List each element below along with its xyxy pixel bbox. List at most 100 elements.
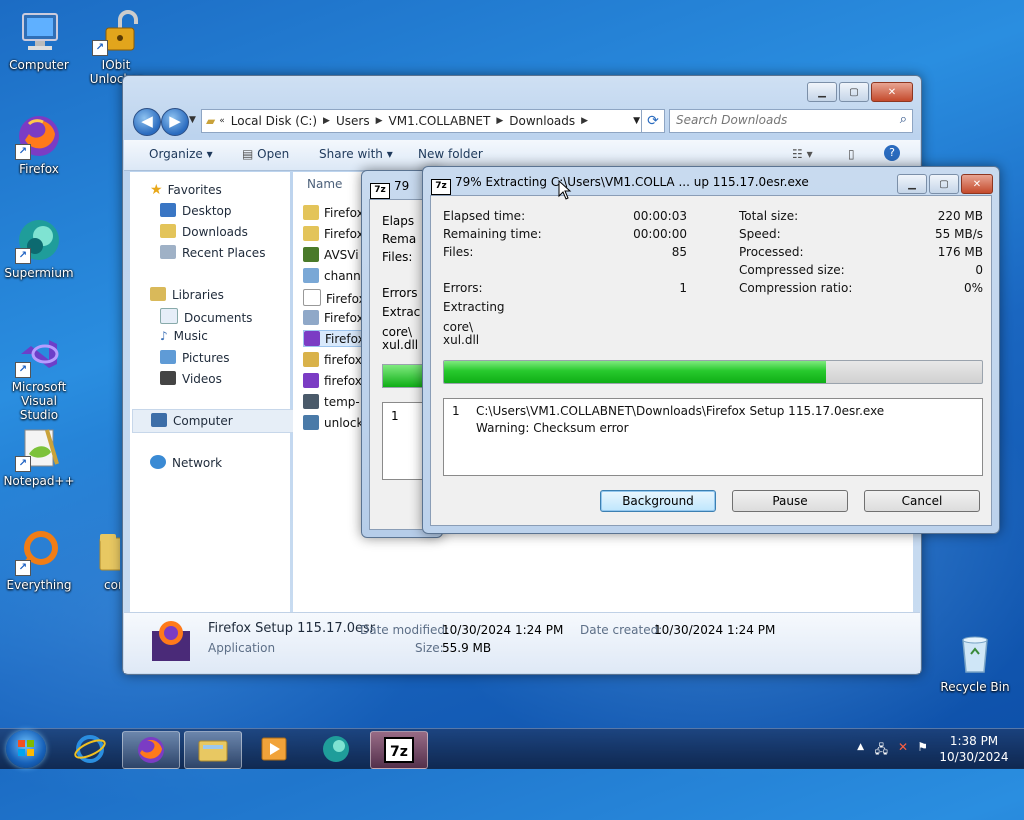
desktop-icon-label: Supermium (4, 266, 74, 280)
desktop-icon-firefox[interactable]: ↗ Firefox (1, 112, 77, 176)
videos-icon (160, 371, 176, 385)
clock[interactable]: 1:38 PM 10/30/2024 (938, 733, 1010, 765)
file-row[interactable]: Firefox (303, 310, 364, 325)
nav-downloads[interactable]: Downloads (160, 224, 248, 239)
archive-icon (303, 352, 319, 367)
taskbar-explorer[interactable] (184, 731, 242, 769)
nav-label: Recent Places (182, 246, 266, 260)
current-dir: core\ (382, 325, 413, 339)
file-row[interactable]: firefox (303, 373, 362, 388)
taskbar-firefox[interactable] (122, 731, 180, 769)
breadcrumb-user[interactable]: VM1.COLLABNET (383, 114, 497, 128)
search-box[interactable]: ⌕ (669, 109, 913, 133)
nav-music[interactable]: ♪ Music (160, 329, 208, 343)
nav-network[interactable]: Network (150, 455, 222, 470)
open-button[interactable]: ▤ Open (242, 147, 289, 161)
taskbar-media-player[interactable] (246, 731, 302, 767)
nav-libraries[interactable]: Libraries (150, 287, 224, 302)
maximize-button[interactable]: ▢ (929, 174, 959, 194)
file-name: Firefox (324, 227, 364, 241)
nav-documents[interactable]: Documents (160, 308, 252, 325)
file-row-selected[interactable]: Firefox (303, 330, 370, 347)
firefox-installer-icon (304, 331, 320, 346)
nav-computer[interactable]: Computer (132, 409, 302, 433)
background-button[interactable]: Background (600, 490, 716, 512)
close-button[interactable]: ✕ (871, 82, 913, 102)
organize-menu[interactable]: Organize ▾ (149, 147, 213, 161)
taskbar-supermium[interactable] (308, 731, 364, 767)
breadcrumb-downloads[interactable]: Downloads (503, 114, 581, 128)
search-input[interactable] (670, 110, 892, 130)
shortcut-arrow-icon: ↗ (15, 248, 31, 264)
network-tray-icon[interactable]: 🖧 (875, 740, 888, 761)
file-row[interactable]: Firefox (303, 289, 366, 306)
help-icon[interactable]: ? (884, 145, 900, 161)
preview-pane-icon[interactable]: ▯ (848, 147, 855, 161)
file-row[interactable]: Firefox (303, 226, 364, 241)
nav-label: Desktop (182, 204, 232, 218)
file-name: Firefox (326, 292, 366, 306)
desktop-icon-supermium[interactable]: ↗ Supermium (1, 216, 77, 280)
file-row[interactable]: temp- (303, 394, 360, 409)
start-button[interactable] (6, 730, 46, 768)
maximize-button[interactable]: ▢ (839, 82, 869, 102)
view-options-icon[interactable]: ☷ ▾ (792, 147, 813, 161)
file-row[interactable]: firefox (303, 352, 362, 367)
file-row[interactable]: Firefox (303, 205, 364, 220)
nav-videos[interactable]: Videos (160, 371, 222, 386)
libraries-icon (150, 287, 166, 301)
elapsed-label: Elaps (382, 214, 415, 228)
nav-label: Documents (184, 311, 253, 325)
folder-icon (96, 528, 120, 576)
log-list[interactable]: 1 C:\Users\VM1.COLLABNET\Downloads\Firef… (443, 398, 983, 476)
sevenzip-icon: 7z (431, 179, 451, 195)
file-row[interactable]: AVSVi (303, 247, 359, 262)
lock-icon: ↗ (92, 8, 140, 56)
volume-muted-icon[interactable]: ✕ (898, 740, 908, 754)
desktop-icon-everything[interactable]: ↗ Everything (1, 528, 77, 592)
desktop-icon-computer[interactable]: Computer (1, 8, 77, 72)
files-value: 85 (671, 245, 687, 259)
taskbar-ie[interactable] (62, 731, 118, 767)
minimize-button[interactable]: ▁ (897, 174, 927, 194)
file-row[interactable]: chann (303, 268, 361, 283)
address-bar[interactable]: ▰ « Local Disk (C:) ▶ Users ▶ VM1.COLLABNE… (201, 109, 647, 133)
nav-pictures[interactable]: Pictures (160, 350, 230, 365)
column-header-name[interactable]: Name (307, 177, 342, 191)
breadcrumb-local-disk[interactable]: Local Disk (C:) (225, 114, 323, 128)
log-index: 1 (391, 409, 399, 423)
close-button[interactable]: ✕ (961, 174, 993, 194)
sevenzip-progress-window[interactable]: 7z 79% Extracting C:\Users\VM1.COLLA ... … (422, 166, 1000, 534)
recent-pages-chevron-icon[interactable]: ▼ (189, 115, 196, 125)
file-row[interactable]: unlock (303, 415, 363, 430)
computer-icon (15, 8, 63, 56)
downloads-icon (160, 224, 176, 238)
desktop-icon-notepadpp[interactable]: ↗ Notepad++ (1, 424, 77, 488)
show-hidden-icons-chevron-icon[interactable]: ▲ (857, 742, 864, 752)
file-name: Firefox (325, 332, 365, 346)
minimize-button[interactable]: ▁ (807, 82, 837, 102)
cancel-button[interactable]: Cancel (864, 490, 980, 512)
new-folder-button[interactable]: New folder (418, 147, 483, 161)
total-size-value: 220 MB (937, 209, 983, 223)
share-with-menu[interactable]: Share with ▾ (319, 147, 393, 161)
address-dropdown-icon[interactable]: ▼ (633, 116, 640, 126)
nav-recent-places[interactable]: Recent Places (160, 245, 265, 260)
nav-label: Downloads (182, 225, 248, 239)
desktop-icon-folder[interactable]: cor (90, 528, 120, 592)
nav-desktop[interactable]: Desktop (160, 203, 232, 218)
desktop-icon-recycle-bin[interactable]: Recycle Bin (937, 630, 1013, 694)
pause-button[interactable]: Pause (732, 490, 848, 512)
desktop-icon-label: Notepad++ (3, 474, 75, 488)
forward-button[interactable]: ▶ (161, 108, 189, 136)
shortcut-arrow-icon: ↗ (15, 362, 31, 378)
breadcrumb-users[interactable]: Users (330, 114, 376, 128)
desktop-icon-visual-studio[interactable]: ↗ Microsoft Visual Studio (1, 330, 77, 422)
files-label: Files: (382, 250, 413, 264)
action-center-flag-icon[interactable]: ⚑ (917, 740, 928, 754)
taskbar-7zip[interactable]: 7z (370, 731, 428, 769)
nav-favorites[interactable]: ★ Favorites (150, 182, 222, 198)
refresh-button[interactable]: ⟳ (641, 109, 665, 133)
back-button[interactable]: ◀ (133, 108, 161, 136)
nav-label: Computer (173, 414, 233, 428)
